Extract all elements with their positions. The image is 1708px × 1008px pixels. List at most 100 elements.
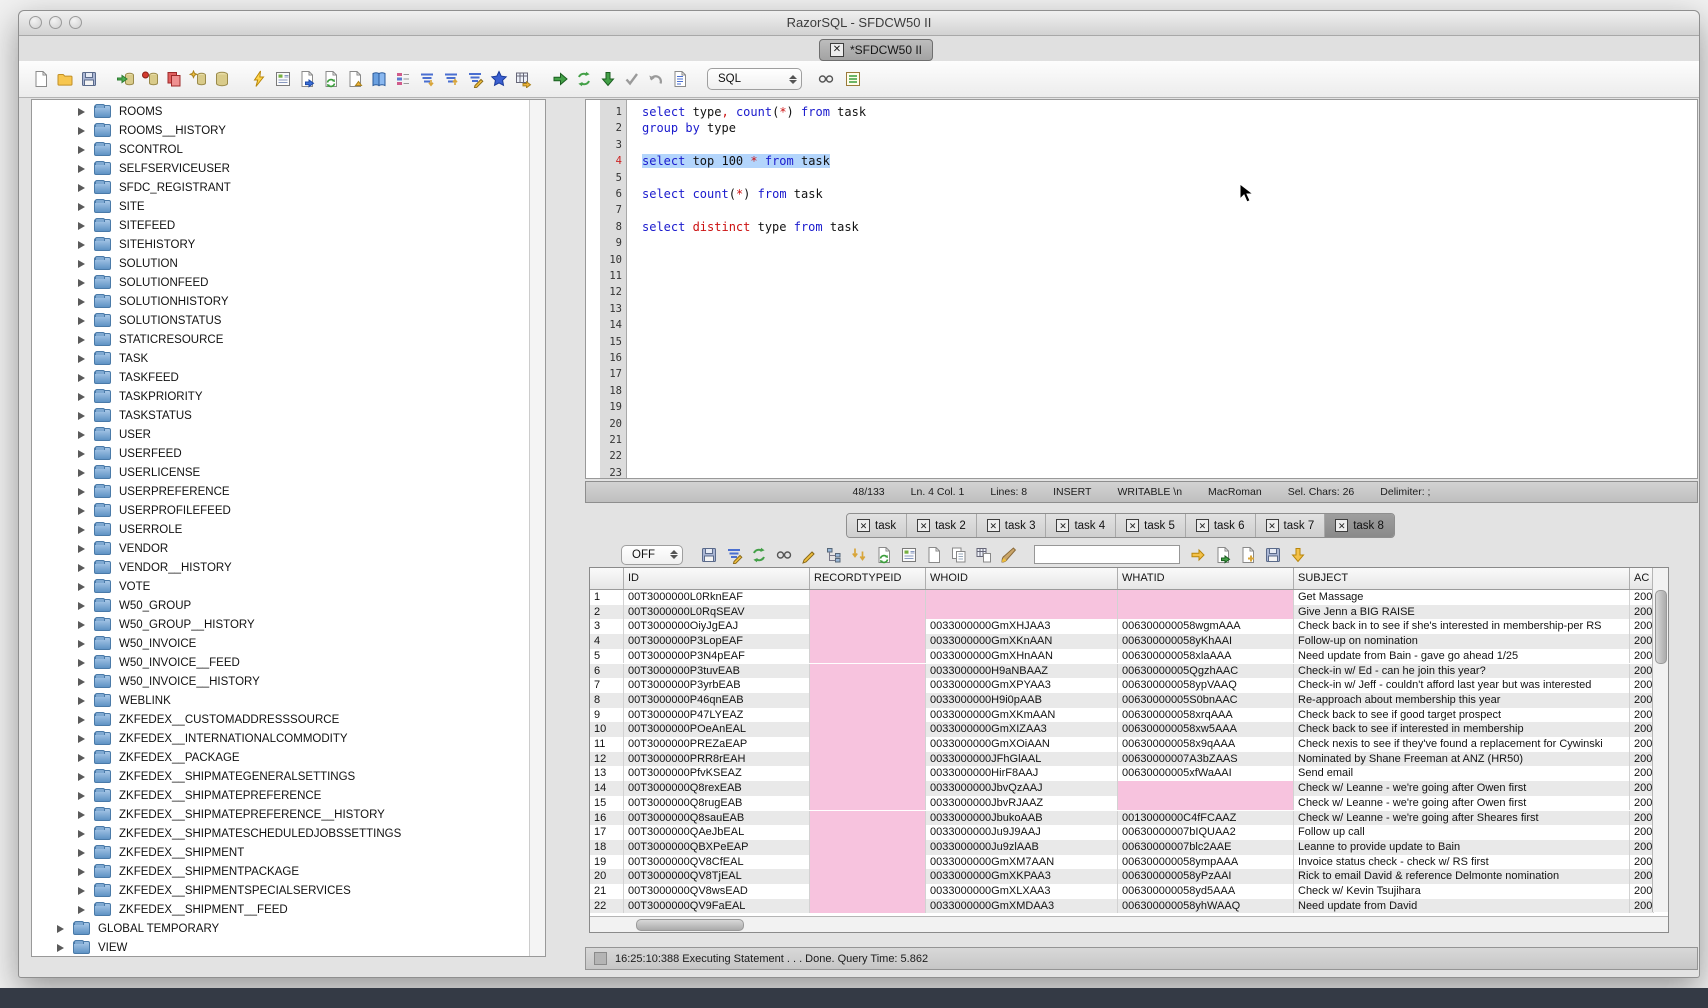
statement-type-select[interactable]: SQL [707,68,802,90]
cell[interactable] [810,781,926,796]
row-hierarchy-icon[interactable] [824,545,843,564]
document-tab[interactable]: ✕ *SFDCW50 II [819,39,933,61]
grid-horizontal-scrollbar[interactable] [590,916,1668,932]
tree-item[interactable]: SITEHISTORY [78,235,195,254]
export-results-icon[interactable] [1213,545,1232,564]
cell[interactable]: 00T3000000L0RknEAF [624,590,810,605]
disclosure-triangle-icon[interactable] [78,165,85,173]
result-tab-task-5[interactable]: ✕task 5 [1116,514,1186,537]
cell[interactable]: 00630000005QgzhAAC [1118,664,1294,679]
disclosure-triangle-icon[interactable] [78,564,85,572]
cell[interactable]: 200 [1630,737,1654,752]
tree-item[interactable]: SOLUTIONSTATUS [78,311,221,330]
cell[interactable]: Rick to email David & reference Delmonte… [1294,869,1630,884]
cell[interactable] [810,590,926,605]
tree-item[interactable]: W50_GROUP [78,596,191,615]
cell[interactable]: 00T3000000OiyJgEAJ [624,619,810,634]
favorites-icon[interactable] [489,70,508,89]
cell[interactable]: 200 [1630,840,1654,855]
cell[interactable] [810,619,926,634]
row-number-cell[interactable]: 15 [590,796,624,811]
tree-item[interactable]: SITEFEED [78,216,175,235]
cell[interactable]: 200 [1630,649,1654,664]
sql-editor[interactable]: 1select type, count(*) from task2group b… [585,99,1698,479]
cell[interactable]: 0033000000GmXIZAA3 [926,722,1118,737]
cell[interactable]: 006300000058yhWAAQ [1118,899,1294,914]
row-number-cell[interactable]: 2 [590,605,624,620]
column-header-RECORDTYPEID[interactable]: RECORDTYPEID [810,568,926,589]
disclosure-triangle-icon[interactable] [78,526,85,534]
close-tab-icon[interactable]: ✕ [1196,519,1209,532]
table-row[interactable]: 2200T3000000QV9FaEAL0033000000GmXMDAA300… [590,899,1654,914]
row-number-cell[interactable]: 18 [590,840,624,855]
table-row[interactable]: 1700T3000000QAeJbEAL0033000000Ju9J9AAJ00… [590,825,1654,840]
row-number-cell[interactable]: 7 [590,678,624,693]
cell[interactable]: 200 [1630,781,1654,796]
tree-item[interactable]: USERROLE [78,520,182,539]
cell[interactable]: 00630000007bIQUAA2 [1118,825,1294,840]
column-header-WHATID[interactable]: WHATID [1118,568,1294,589]
refresh-results-icon[interactable] [749,545,768,564]
table-view-icon[interactable] [513,70,532,89]
cell[interactable]: Re-approach about membership this year [1294,693,1630,708]
row-number-cell[interactable]: 10 [590,722,624,737]
tree-item[interactable]: ZKFEDEX__PACKAGE [78,748,240,767]
cell[interactable]: 200 [1630,590,1654,605]
search-input[interactable] [1034,545,1180,564]
tree-item[interactable]: ZKFEDEX__SHIPMENTSPECIALSERVICES [78,881,351,900]
cell[interactable]: 00T3000000PREZaEAP [624,737,810,752]
cell[interactable] [810,884,926,899]
tree-item[interactable]: W50_INVOICE [78,634,196,653]
cell[interactable]: 0033000000HirF8AAJ [926,766,1118,781]
cell[interactable] [810,605,926,620]
disclosure-triangle-icon[interactable] [78,621,85,629]
cell[interactable]: 00630000005S0bnAAC [1118,693,1294,708]
cell[interactable]: 200 [1630,708,1654,723]
cell[interactable]: 0033000000Ju9zlAAB [926,840,1118,855]
help-book-icon[interactable] [369,70,388,89]
disclosure-triangle-icon[interactable] [57,944,64,952]
cell[interactable]: 0033000000GmXKmAAN [926,708,1118,723]
connect-database-icon[interactable] [116,70,135,89]
tree-item[interactable]: USERPREFERENCE [78,482,230,501]
row-number-cell[interactable]: 22 [590,899,624,914]
cell[interactable]: 0033000000GmXLXAA3 [926,884,1118,899]
cell[interactable]: Check w/ Leanne - we're going after Shea… [1294,811,1630,826]
cell[interactable] [810,869,926,884]
tree-item[interactable]: ZKFEDEX__CUSTOMADDRESSSOURCE [78,710,339,729]
result-tab-task-4[interactable]: ✕task 4 [1046,514,1116,537]
edit-connection-icon[interactable] [188,70,207,89]
cell[interactable]: Leanne to provide update to Bain [1294,840,1630,855]
cell[interactable] [810,664,926,679]
disclosure-triangle-icon[interactable] [78,773,85,781]
tree-item[interactable]: ZKFEDEX__SHIPMATESCHEDULEDJOBSSETTINGS [78,824,401,843]
cell[interactable]: 00T3000000QV8CfEAL [624,855,810,870]
row-number-cell[interactable]: 1 [590,590,624,605]
cell[interactable]: 200 [1630,899,1654,914]
cell[interactable]: 00T3000000P3N4pEAF [624,649,810,664]
disclosure-triangle-icon[interactable] [78,906,85,914]
tree-item[interactable]: VENDOR__HISTORY [78,558,232,577]
cell[interactable]: 200 [1630,752,1654,767]
cell[interactable] [810,708,926,723]
cell[interactable]: Check back in to see if she's interested… [1294,619,1630,634]
cell[interactable]: 0013000000C4fFCAAZ [1118,811,1294,826]
tree-item[interactable]: SOLUTIONHISTORY [78,292,229,311]
tree-item[interactable]: TASKSTATUS [78,406,192,425]
disclosure-triangle-icon[interactable] [78,868,85,876]
cell[interactable]: Check-in w/ Ed - can he join this year? [1294,664,1630,679]
close-tab-icon[interactable]: ✕ [1266,519,1279,532]
disclosure-triangle-icon[interactable] [78,203,85,211]
cell[interactable] [810,796,926,811]
cell[interactable]: 0033000000GmXKPAA3 [926,869,1118,884]
cell[interactable]: Need update from Bain - gave go ahead 1/… [1294,649,1630,664]
column-header-AC[interactable]: AC [1630,568,1654,589]
disclosure-triangle-icon[interactable] [78,488,85,496]
row-number-cell[interactable]: 5 [590,649,624,664]
cell[interactable]: 0033000000Ju9J9AAJ [926,825,1118,840]
row-number-cell[interactable]: 16 [590,811,624,826]
query-builder-icon[interactable] [273,70,292,89]
disclosure-triangle-icon[interactable] [78,602,85,610]
tree-item[interactable]: USERLICENSE [78,463,200,482]
cell[interactable]: 00T3000000P3LopEAF [624,634,810,649]
